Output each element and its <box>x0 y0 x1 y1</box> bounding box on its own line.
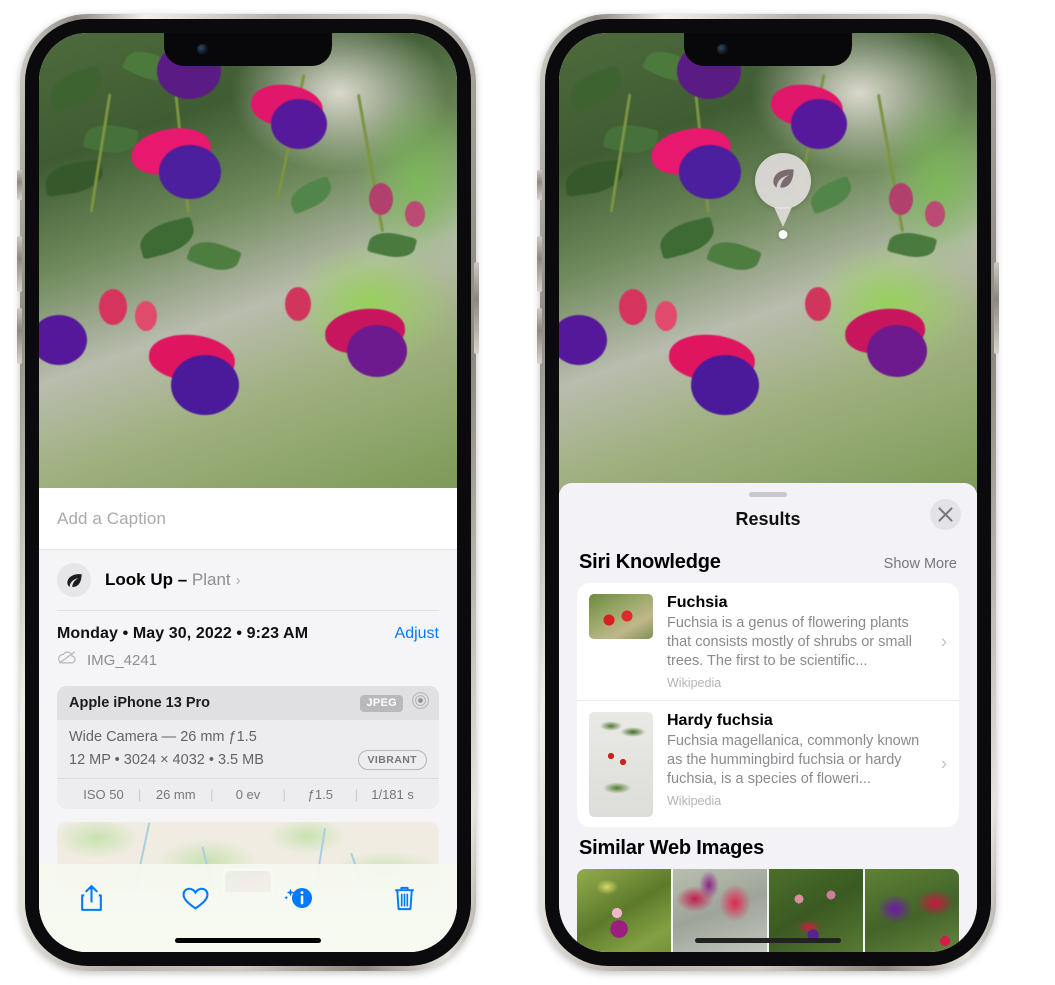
sparkle-icon-large: ✦ <box>39 542 40 562</box>
power-button[interactable] <box>474 262 479 354</box>
chevron-right-icon: › <box>235 571 241 589</box>
exif-body: Wide Camera — 26 mm ƒ1.5 12 MP • 3024 × … <box>57 720 439 778</box>
result-source: Wikipedia <box>667 676 722 690</box>
look-up-subject: Plant <box>191 570 231 589</box>
right-screen: Results Siri Knowledge Show More Fuchsia… <box>559 33 977 952</box>
delete-button[interactable] <box>379 878 431 918</box>
result-source: Wikipedia <box>667 794 722 808</box>
info-button[interactable] <box>274 878 326 918</box>
favorite-button[interactable] <box>170 878 222 918</box>
share-button[interactable] <box>65 878 117 918</box>
result-title: Fuchsia <box>667 594 728 611</box>
section-title: Siri Knowledge <box>579 551 721 573</box>
look-up-label: Look Up – Plant <box>105 570 231 590</box>
lens-info: Wide Camera — 26 mm ƒ1.5 <box>69 729 257 745</box>
mute-switch[interactable] <box>537 170 542 200</box>
show-more-button[interactable]: Show More <box>884 556 957 572</box>
home-indicator[interactable] <box>695 938 841 943</box>
home-indicator[interactable] <box>175 938 321 943</box>
right-phone: Results Siri Knowledge Show More Fuchsia… <box>537 14 999 971</box>
cloud-slash-icon <box>57 650 77 670</box>
result-thumbnail <box>589 594 653 639</box>
power-button[interactable] <box>994 262 999 354</box>
volume-up-button[interactable] <box>17 236 22 292</box>
similar-web-images-header: Similar Web Images <box>559 827 977 869</box>
left-screen: Add a Caption ✦ ✦ Look Up – Plant › <box>39 33 457 952</box>
badge-anchor-dot <box>778 230 788 239</box>
photographic-style-badge: VIBRANT <box>357 750 427 770</box>
file-name: IMG_4241 <box>87 651 158 669</box>
result-description: Fuchsia is a genus of flowering plants t… <box>667 615 912 669</box>
metadata-block: Monday • May 30, 2022 • 9:23 AM Adjust I… <box>39 611 457 672</box>
exif-stats-row: ISO 50 | 26 mm | 0 ev | ƒ1.5 | 1/181 s <box>57 778 439 809</box>
leaf-icon <box>770 165 797 197</box>
stat-ev: 0 ev <box>235 786 261 802</box>
front-camera-icon <box>717 44 728 55</box>
result-title: Hardy fuchsia <box>667 712 773 729</box>
results-header: Results <box>559 497 977 541</box>
list-item[interactable]: Hardy fuchsia Fuchsia magellanica, commo… <box>577 700 959 827</box>
screenshot-stage: Add a Caption ✦ ✦ Look Up – Plant › <box>0 0 1055 985</box>
list-item[interactable]: Fuchsia Fuchsia is a genus of flowering … <box>577 583 959 700</box>
photo-viewer[interactable] <box>559 33 977 493</box>
photo-viewer[interactable] <box>39 33 457 488</box>
photo-info-sheet: Add a Caption ✦ ✦ Look Up – Plant › <box>39 488 457 952</box>
capture-date: Monday • May 30, 2022 • 9:23 AM <box>57 625 309 642</box>
siri-knowledge-header: Siri Knowledge Show More <box>559 541 977 583</box>
stat-iso: ISO 50 <box>83 786 124 802</box>
close-button[interactable] <box>930 499 961 530</box>
chevron-right-icon: › <box>941 631 947 651</box>
stat-shutter: 1/181 s <box>371 786 414 802</box>
exif-card[interactable]: Apple iPhone 13 Pro JPEG Wide Camera — 2… <box>57 686 439 809</box>
volume-up-button[interactable] <box>537 236 542 292</box>
look-up-row[interactable]: ✦ ✦ Look Up – Plant › <box>39 544 457 610</box>
results-sheet: Results Siri Knowledge Show More Fuchsia… <box>559 483 977 952</box>
format-badge: JPEG <box>360 694 403 712</box>
look-up-title: Look Up – <box>105 570 188 589</box>
volume-down-button[interactable] <box>17 308 22 364</box>
web-image-1[interactable] <box>577 869 671 952</box>
caption-row[interactable]: Add a Caption <box>39 488 457 550</box>
results-title: Results <box>735 508 801 529</box>
volume-down-button[interactable] <box>537 308 542 364</box>
left-phone: Add a Caption ✦ ✦ Look Up – Plant › <box>17 14 479 971</box>
look-up-badge[interactable] <box>755 153 811 239</box>
result-thumbnail <box>589 712 653 817</box>
photo-content <box>39 33 457 488</box>
chevron-right-icon: › <box>941 753 947 774</box>
web-image-4[interactable] <box>865 869 959 952</box>
photo-content <box>559 33 977 493</box>
resolution-info: 12 MP • 3024 × 4032 • 3.5 MB <box>69 752 264 768</box>
camera-device: Apple iPhone 13 Pro <box>69 695 210 711</box>
siri-knowledge-card: Fuchsia Fuchsia is a genus of flowering … <box>577 583 959 827</box>
stat-focal: 26 mm <box>155 786 196 802</box>
notch <box>164 33 332 66</box>
section-title: Similar Web Images <box>579 837 764 859</box>
front-camera-icon <box>197 44 208 55</box>
aperture-icon <box>411 691 430 715</box>
adjust-button[interactable]: Adjust <box>395 625 439 643</box>
notch <box>684 33 852 66</box>
caption-input[interactable]: Add a Caption <box>57 509 166 529</box>
result-description: Fuchsia magellanica, commonly known as t… <box>667 733 920 787</box>
exif-header: Apple iPhone 13 Pro JPEG <box>57 686 439 720</box>
mute-switch[interactable] <box>17 170 22 200</box>
stat-aperture: ƒ1.5 <box>307 786 333 802</box>
leaf-icon <box>57 563 91 597</box>
badge-pointer <box>774 207 792 227</box>
